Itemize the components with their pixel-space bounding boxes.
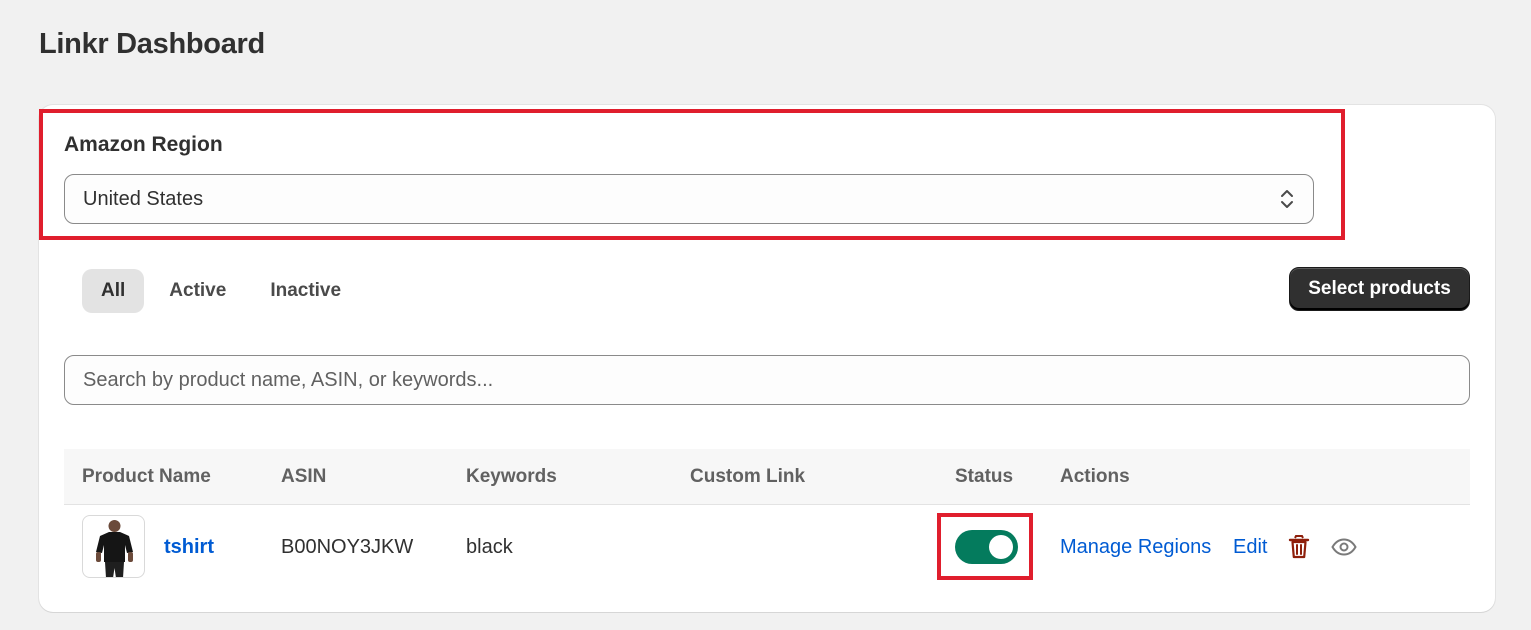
toggle-knob [989, 535, 1013, 559]
keywords-cell: black [466, 535, 513, 558]
tab-inactive[interactable]: Inactive [251, 269, 360, 313]
manage-regions-link[interactable]: Manage Regions [1060, 506, 1211, 588]
table-row: tshirt B00NOY3JKW black Manage Regions E… [64, 506, 1470, 588]
tshirt-image [96, 520, 133, 577]
status-toggle[interactable] [955, 530, 1018, 564]
asin-cell: B00NOY3JKW [281, 535, 414, 558]
chevron-up-down-icon [1281, 190, 1293, 208]
region-select-value: United States [83, 187, 204, 210]
filter-tabs: All Active Inactive [82, 269, 360, 313]
header-actions: Actions [1060, 466, 1130, 487]
region-select[interactable]: United States [64, 174, 1314, 224]
tab-all[interactable]: All [82, 269, 145, 313]
search-input[interactable] [64, 355, 1470, 405]
product-name-link[interactable]: tshirt [164, 506, 214, 588]
header-status: Status [955, 466, 1014, 487]
table-header: Product Name ASIN Keywords Custom Link S… [64, 449, 1470, 505]
page-title: Linkr Dashboard [39, 28, 265, 60]
header-product-name: Product Name [82, 466, 211, 487]
header-asin: ASIN [281, 466, 327, 487]
edit-link[interactable]: Edit [1233, 506, 1267, 588]
tab-active[interactable]: Active [150, 269, 245, 313]
trash-icon[interactable] [1288, 506, 1310, 588]
product-thumbnail [82, 515, 145, 578]
eye-icon[interactable] [1331, 506, 1357, 588]
header-custom-link: Custom Link [690, 466, 806, 487]
select-products-button[interactable]: Select products [1289, 267, 1470, 311]
header-keywords: Keywords [466, 466, 557, 487]
region-label: Amazon Region [64, 133, 223, 156]
